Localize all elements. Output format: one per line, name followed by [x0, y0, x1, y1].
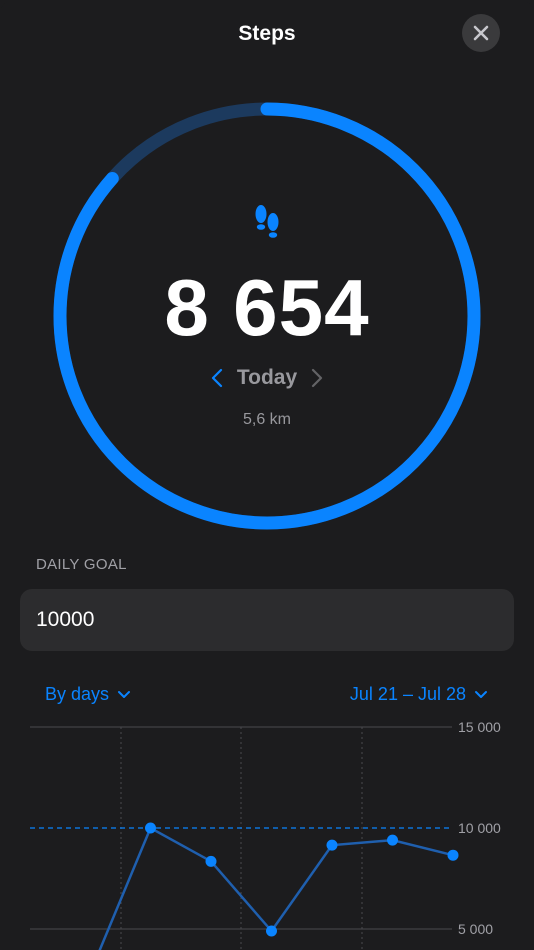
daily-goal-label: DAILY GOAL: [36, 556, 127, 573]
y-tick-label: 10 000: [458, 820, 501, 836]
date-range-label: Jul 21 – Jul 28: [349, 684, 466, 704]
data-point: [447, 849, 459, 861]
date-range-selector[interactable]: Jul 21 – Jul 28: [350, 684, 488, 705]
close-button[interactable]: [462, 14, 500, 52]
day-navigator: Today: [0, 366, 534, 390]
steps-sheet: Steps 8 654 Today 5,6 km DAILY GOAL 1000…: [0, 0, 534, 950]
period-selector[interactable]: By days: [45, 684, 131, 705]
previous-day-button[interactable]: [209, 367, 225, 389]
data-point: [387, 834, 398, 846]
data-point: [205, 855, 217, 867]
daily-goal-input[interactable]: 10000: [20, 589, 514, 651]
data-point: [326, 839, 338, 851]
distance-label: 5,6 km: [242, 411, 291, 428]
day-label: Today: [236, 366, 298, 389]
chevron-down-icon: [475, 690, 487, 698]
period-label: By days: [45, 684, 110, 704]
y-tick-label: 15 000: [458, 719, 501, 735]
y-tick-label: 5 000: [458, 921, 493, 937]
data-point: [145, 822, 156, 834]
footprints-icon: [252, 203, 282, 241]
chevron-right-icon: [312, 368, 323, 388]
next-day-button[interactable]: [309, 367, 325, 389]
step-count: 8 654: [164, 263, 370, 352]
steps-chart: 15 000 10 000 5 000: [0, 715, 534, 950]
page-title: Steps: [238, 22, 296, 45]
data-point: [266, 925, 277, 937]
chevron-left-icon: [211, 368, 222, 388]
close-icon: [473, 25, 489, 41]
chevron-down-icon: [118, 690, 131, 698]
